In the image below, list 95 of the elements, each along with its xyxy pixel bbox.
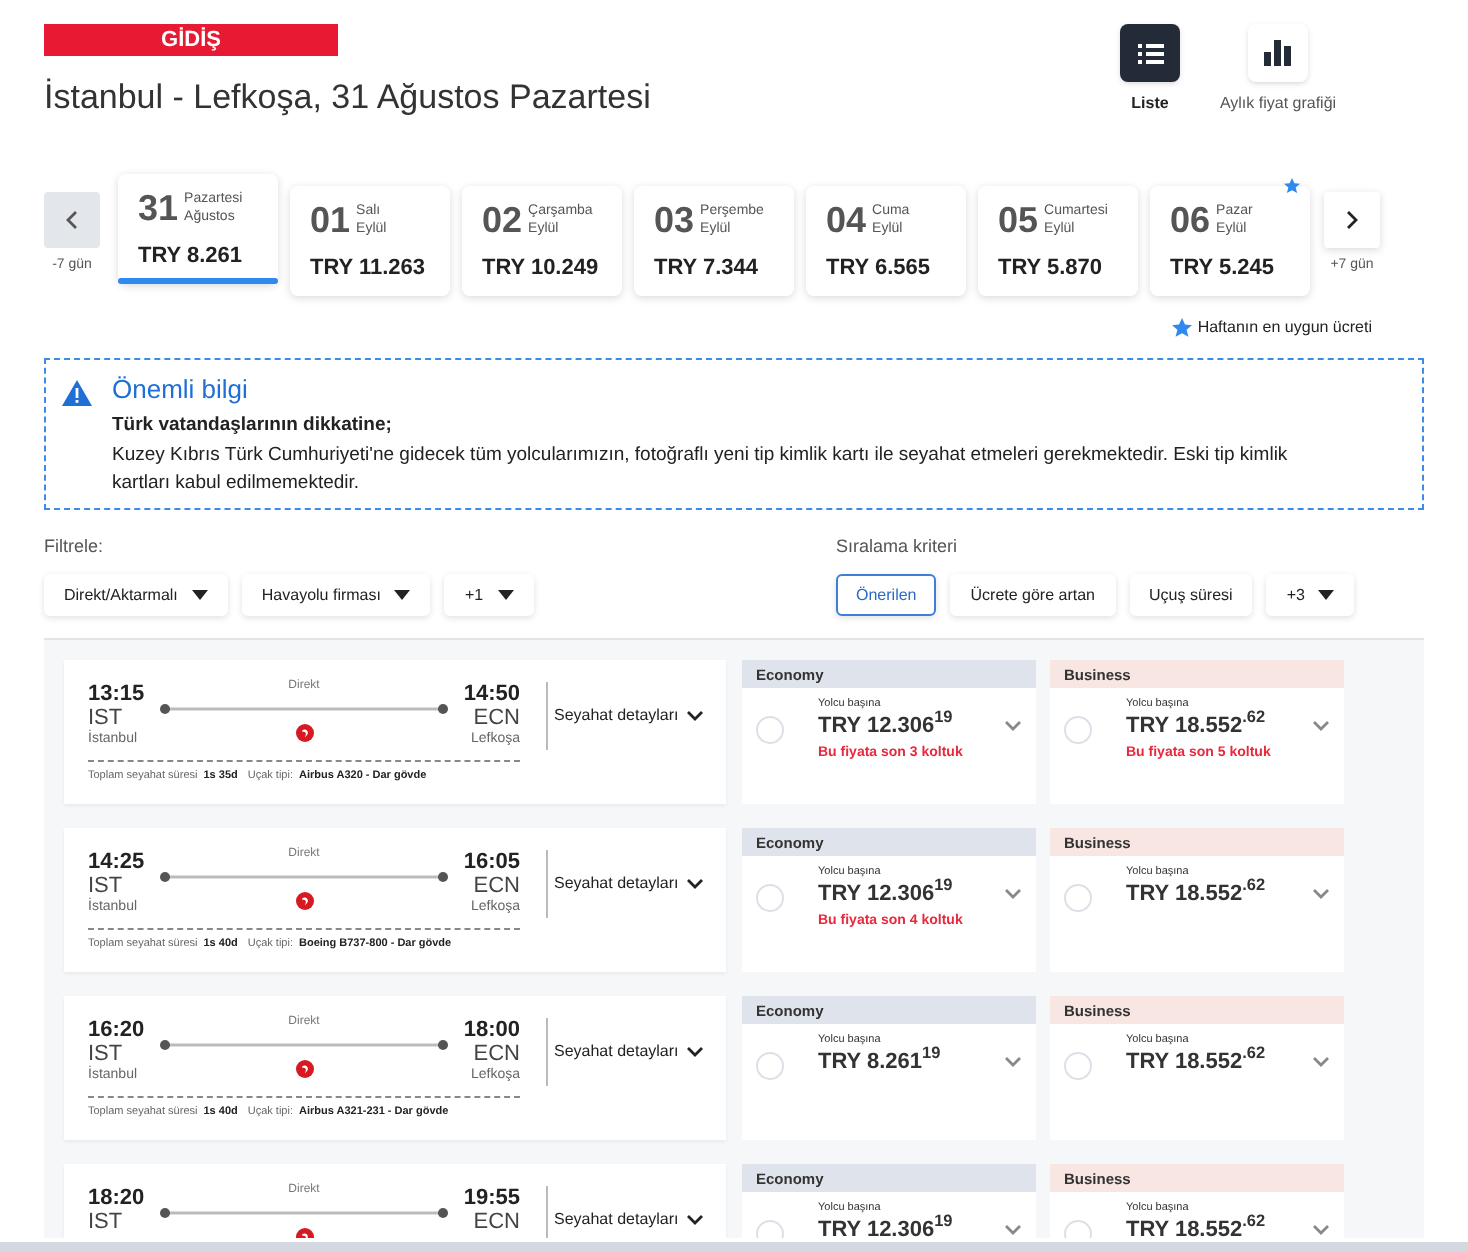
airport-code: ECN [473, 706, 520, 731]
chevron-down-icon [686, 1046, 705, 1059]
chevron-down-icon [1312, 1224, 1330, 1237]
airport-code: ECN [473, 874, 520, 899]
day-price: TRY 8.261 [138, 241, 244, 271]
direction-banner: GİDİŞ [44, 24, 338, 56]
airport-code: IST [88, 1210, 125, 1235]
view-toggle-button[interactable] [1248, 24, 1308, 82]
warning-icon [62, 379, 92, 405]
next-week-button[interactable] [1324, 191, 1380, 247]
radio-button[interactable] [1064, 884, 1092, 913]
airline-logo-icon [295, 892, 313, 911]
fare-price: TRY 18.552$^{.62}$ [1126, 1049, 1268, 1075]
day-price: TRY 10.249 [482, 253, 601, 283]
arrival-time: 19:55 [463, 1186, 520, 1211]
filter-label: Filtrele: [44, 533, 106, 560]
star-icon [1284, 177, 1300, 193]
day-number: 04 [826, 199, 867, 239]
day-number: 31 [138, 187, 179, 227]
day-price: TRY 6.565 [826, 253, 932, 283]
chevron-down-icon [1312, 1056, 1330, 1069]
radio-button[interactable] [1064, 1052, 1092, 1081]
radio-button[interactable] [756, 716, 784, 745]
star-icon [1171, 317, 1192, 337]
chevron-down-icon [1004, 1056, 1022, 1069]
chevron-down-icon [1004, 888, 1022, 901]
notice-subtitle: Türk vatandaşlarının dikkatine; [112, 411, 394, 439]
airport-code: IST [88, 1042, 123, 1067]
sort-button[interactable]: Ücrete göre artan [950, 574, 1116, 617]
caret-icon [1318, 590, 1335, 601]
airline-logo-icon [295, 724, 313, 743]
travel-details-button[interactable]: Seyahat detayları [554, 1040, 705, 1065]
filter-dropdown[interactable]: Havayolu firması [241, 574, 431, 617]
day-price: TRY 5.245 [1170, 253, 1276, 283]
view-toggle-label: Liste [1131, 92, 1169, 116]
list-icon [1137, 43, 1163, 63]
departure-time: 18:20 [88, 1186, 147, 1211]
radio-button[interactable] [756, 884, 784, 913]
day-number: 02 [482, 199, 523, 239]
day-price: TRY 7.344 [654, 253, 760, 283]
radio-button[interactable] [1064, 716, 1092, 745]
fare-price: TRY 12.306$^{19}$ [818, 881, 955, 907]
chevron-down-icon [1312, 720, 1330, 733]
caret-icon [191, 590, 208, 601]
travel-details-button[interactable]: Seyahat detayları [554, 704, 705, 729]
sort-dropdown[interactable]: +3 [1266, 574, 1355, 617]
arrival-time: 14:50 [463, 682, 520, 707]
bar-chart-icon [1264, 40, 1292, 66]
day-number: 01 [310, 199, 351, 239]
caret-icon [497, 590, 514, 601]
travel-details-button[interactable]: Seyahat detayları [554, 1208, 705, 1233]
notice-text: Kuzey Kıbrıs Türk Cumhuriyeti'ne gidecek tüm yolcularımızın, fotoğraflı yeni tip kimlik kartı ile seyahat etmeleri gerekmektedir. Eski tip kimlik kartları kabul edilmemektedir. [112, 441, 1290, 498]
day-number: 06 [1170, 199, 1211, 239]
cheapest-legend: Haftanın en uygun ücreti [1197, 315, 1372, 339]
arrival-time: 16:05 [463, 850, 520, 875]
fare-price: TRY 18.552$^{.62}$ [1126, 1217, 1268, 1239]
airport-code: ECN [473, 1042, 520, 1067]
view-toggle-label: Aylık fiyat grafiği [1219, 92, 1337, 116]
airport-code: IST [88, 874, 123, 899]
sort-label: Sıralama kriteri [836, 533, 960, 560]
airport-code: IST [88, 706, 123, 731]
fare-price: TRY 18.552$^{.62}$ [1126, 713, 1268, 739]
travel-details-button[interactable]: Seyahat detayları [554, 872, 705, 897]
chevron-down-icon [1004, 1224, 1022, 1237]
filter-dropdown[interactable]: +1 [444, 574, 534, 617]
chevron-down-icon [686, 710, 705, 723]
day-price: TRY 5.870 [998, 253, 1104, 283]
fare-price: TRY 12.306$^{19}$ [818, 1217, 955, 1239]
day-number: 03 [654, 199, 695, 239]
sort-button[interactable]: Uçuş süresi [1129, 574, 1253, 617]
fare-price: TRY 12.306$^{19}$ [818, 713, 955, 739]
airline-logo-icon [295, 1060, 313, 1079]
chevron-down-icon [686, 878, 705, 891]
departure-time: 16:20 [88, 1018, 147, 1043]
chevron-right-icon [1346, 209, 1358, 229]
previous-week-button[interactable] [44, 191, 100, 247]
day-price: TRY 11.263 [310, 253, 427, 283]
departure-time: 13:15 [88, 682, 147, 707]
view-toggle-button[interactable] [1120, 24, 1180, 82]
chevron-down-icon [1004, 720, 1022, 733]
day-number: 05 [998, 199, 1039, 239]
arrival-time: 18:00 [463, 1018, 520, 1043]
caret-icon [394, 590, 411, 601]
chevron-down-icon [686, 1214, 705, 1227]
fare-price: TRY 18.552$^{.62}$ [1126, 881, 1268, 907]
chevron-down-icon [1312, 888, 1330, 901]
filter-dropdown[interactable]: Direkt/Aktarmalı [44, 574, 228, 617]
radio-button[interactable] [756, 1052, 784, 1081]
sort-button[interactable]: Önerilen [836, 574, 937, 617]
route-title: İstanbul - Lefkoşa, 31 Ağustos Pazartesi [44, 76, 651, 120]
fare-price: TRY 8.261$^{19}$ [818, 1049, 943, 1075]
notice-title: Önemli bilgi [112, 373, 250, 405]
departure-time: 14:25 [88, 850, 147, 875]
chevron-left-icon [66, 209, 78, 229]
airport-code: ECN [473, 1210, 520, 1235]
